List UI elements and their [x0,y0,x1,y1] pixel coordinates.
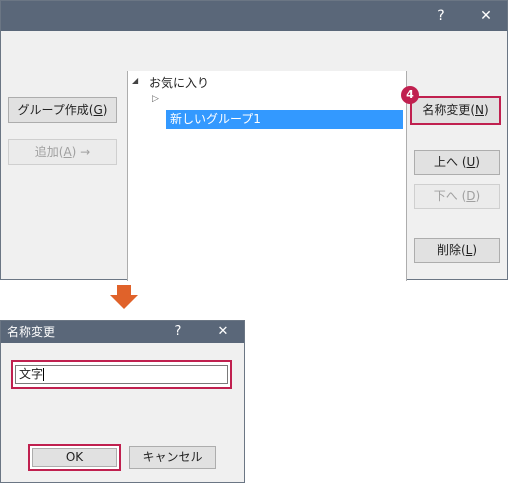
delete-label-end: ) [472,243,478,257]
up-accel: U [466,155,476,169]
add-accel: A [63,145,72,159]
title-bar: ? ✕ [1,1,507,31]
group-dialog: ? ✕ グループ作成(G) 追加(A) → ◢ お気に入り ▷ 新しいグループ1… [0,0,508,281]
delete-button[interactable]: 削除(L) [414,238,500,263]
group-tree[interactable]: ◢ お気に入り ▷ 新しいグループ1 [127,71,407,281]
expand-arrow-icon[interactable]: ◢ [132,76,138,85]
close-button[interactable]: ✕ [469,1,503,31]
down-accel: D [466,189,476,203]
up-label-end: ) [475,155,480,169]
rename-title-bar: 名称変更 ? ✕ [1,321,244,343]
move-up-button[interactable]: 上へ (U) [414,150,500,175]
rename-help-button[interactable]: ? [166,321,190,343]
down-label: 下へ ( [433,189,467,203]
add-label-end: ) → [71,145,91,159]
rename-dialog: 名称変更 ? ✕ 文字 OK キャンセル [0,320,245,483]
step-badge: 4 [401,86,419,104]
add-label: 追加( [34,145,64,159]
down-label-end: ) [475,189,481,203]
delete-label: 削除( [436,243,466,257]
text-cursor [43,368,45,381]
rename-close-button[interactable]: ✕ [209,321,237,343]
rename-button[interactable]: 名称変更(N) [410,96,501,125]
cancel-button[interactable]: キャンセル [129,446,216,469]
name-input-value: 文字 [19,367,44,381]
help-button[interactable]: ? [426,1,456,31]
up-label: 上へ ( [434,155,467,169]
rename-label-end: ) [483,103,489,117]
rename-accel: N [475,103,484,117]
down-arrow-head-icon [110,295,138,309]
rename-label: 名称変更( [422,103,475,117]
add-button[interactable]: 追加(A) → [8,139,117,165]
ok-highlight: OK [28,444,121,471]
tree-item-new-group[interactable]: 新しいグループ1 [166,110,403,129]
ok-button[interactable]: OK [32,448,117,467]
collapse-arrow-icon[interactable]: ▷ [152,94,159,104]
create-group-label: グループ作成( [17,103,94,117]
move-down-button[interactable]: 下へ (D) [414,184,500,209]
create-group-label-end: ) [102,103,108,117]
rename-dialog-title: 名称変更 [7,325,56,339]
create-group-accel: G [93,103,103,117]
down-arrow-icon [117,285,131,295]
name-input-highlight: 文字 [11,360,232,389]
tree-root-favorites[interactable]: お気に入り [149,74,209,91]
create-group-button[interactable]: グループ作成(G) [8,97,117,123]
name-input[interactable]: 文字 [15,365,228,384]
